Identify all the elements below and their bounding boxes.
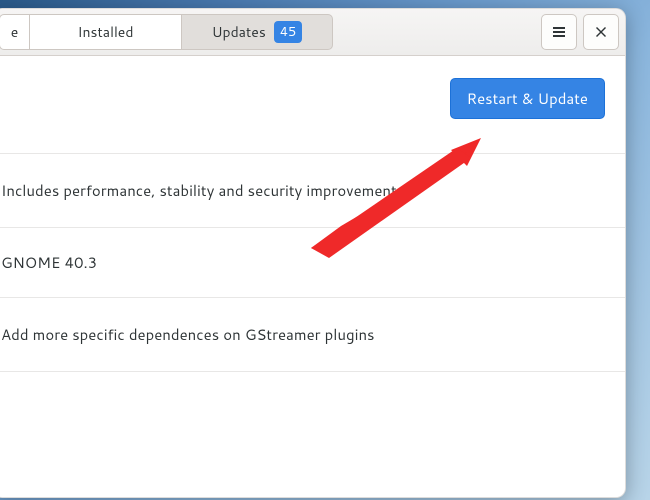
close-icon: [594, 25, 608, 39]
updates-content[interactable]: Restart & Update Includes performance, s…: [0, 56, 625, 497]
update-item[interactable]: [0, 371, 625, 424]
tab-installed-label: Installed: [78, 22, 134, 42]
update-item[interactable]: GNOME 40.3: [0, 227, 625, 297]
headerbar: e Installed Updates 45: [0, 9, 625, 56]
update-item-desc: GNOME 40.3: [1, 252, 97, 273]
hamburger-icon: [551, 24, 567, 40]
close-window-button[interactable]: [583, 14, 619, 50]
tab-installed[interactable]: Installed: [29, 14, 181, 50]
tab-explore-label: e: [11, 22, 19, 42]
updates-count-badge: 45: [274, 21, 303, 43]
tab-explore[interactable]: e: [0, 14, 29, 50]
action-row: Restart & Update: [0, 56, 625, 131]
restart-update-button[interactable]: Restart & Update: [450, 78, 605, 119]
tab-updates[interactable]: Updates 45: [181, 14, 333, 50]
software-window: e Installed Updates 45 Restart & Update …: [0, 8, 626, 498]
update-item-desc: Add more specific dependences on GStream…: [1, 324, 375, 345]
update-item-desc: Includes performance, stability and secu…: [1, 180, 408, 201]
update-item[interactable]: Includes performance, stability and secu…: [0, 153, 625, 227]
tab-updates-label: Updates: [212, 22, 266, 42]
update-item[interactable]: Add more specific dependences on GStream…: [0, 297, 625, 371]
hamburger-menu-button[interactable]: [541, 14, 577, 50]
tab-switcher: e Installed Updates 45: [0, 14, 333, 50]
